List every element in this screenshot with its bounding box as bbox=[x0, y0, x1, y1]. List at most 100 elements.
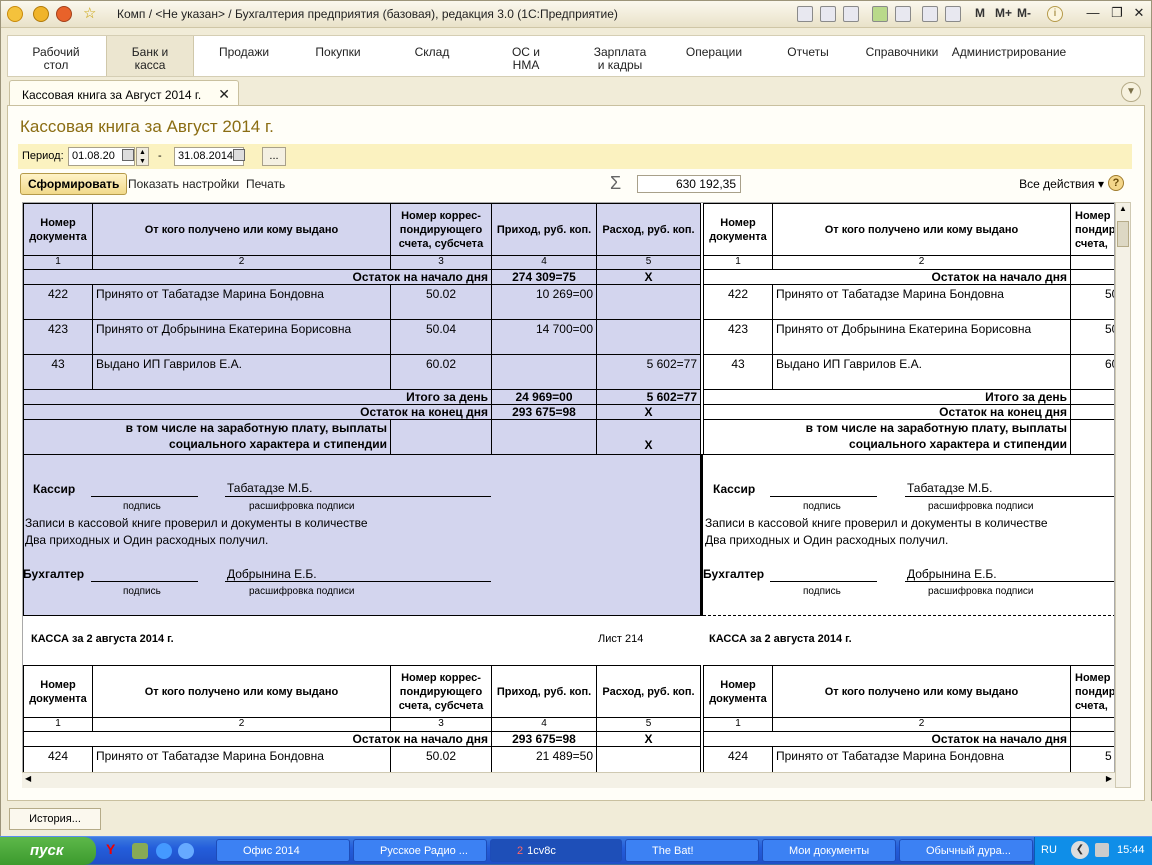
calendar-icon[interactable] bbox=[233, 149, 245, 161]
language-indicator[interactable]: RU bbox=[1041, 844, 1057, 856]
taskbar-item-fool[interactable]: Обычный дура... bbox=[899, 839, 1033, 862]
kassa-title: КАССА за 2 августа 2014 г. bbox=[31, 633, 174, 645]
section-operations[interactable]: Операции bbox=[668, 36, 760, 76]
cashier-name: Табатадзе М.Б. bbox=[227, 481, 313, 495]
calendar-icon[interactable] bbox=[945, 6, 961, 22]
salary-corr bbox=[390, 419, 492, 455]
sign-caption: подпись bbox=[123, 501, 161, 512]
yandex-icon[interactable]: Y bbox=[106, 841, 122, 857]
opening-balance-truncated bbox=[1070, 269, 1114, 285]
spreadsheet-report[interactable]: Номер документа От кого получено или ком… bbox=[22, 202, 1115, 788]
quicklaunch-icon[interactable] bbox=[132, 843, 148, 859]
cashier-sign-line bbox=[91, 496, 198, 497]
save-icon[interactable] bbox=[797, 6, 813, 22]
table-row-income bbox=[491, 354, 597, 390]
taskbar-item-documents[interactable]: Мои документы bbox=[762, 839, 896, 862]
memory-plus-button[interactable]: M+ bbox=[995, 6, 1012, 20]
info-icon[interactable]: i bbox=[1047, 6, 1063, 22]
section-sales[interactable]: Продажи bbox=[198, 36, 290, 76]
print-icon[interactable] bbox=[820, 6, 836, 22]
show-settings-button[interactable]: Показать настройки bbox=[128, 177, 239, 191]
history-button[interactable]: История... bbox=[9, 808, 101, 830]
browser-icon[interactable] bbox=[178, 843, 194, 859]
section-purchases[interactable]: Покупки bbox=[292, 36, 384, 76]
scroll-right-icon[interactable]: ▶ bbox=[1106, 774, 1112, 783]
col-num-2: 2 bbox=[772, 255, 1071, 270]
calculator-icon[interactable] bbox=[922, 6, 938, 22]
header-corr-account-truncated: Номер пондиру счета, bbox=[1070, 665, 1114, 718]
section-bank-cash[interactable]: Банк и касса bbox=[106, 36, 194, 76]
memory-minus-button[interactable]: M- bbox=[1017, 6, 1031, 20]
speaker-icon[interactable] bbox=[1095, 843, 1109, 857]
section-administration[interactable]: Администрирование bbox=[950, 36, 1068, 76]
generate-button[interactable]: Сформировать bbox=[20, 173, 128, 195]
preview-icon[interactable] bbox=[843, 6, 859, 22]
table-row-text: Выдано ИП Гаврилов Е.А. bbox=[92, 354, 391, 390]
close-window-button[interactable]: ✕ bbox=[1129, 5, 1149, 22]
accountant-name: Добрынина Е.Б. bbox=[227, 567, 317, 581]
scroll-up-icon[interactable]: ▲ bbox=[1117, 204, 1129, 218]
vertical-scrollbar[interactable]: ▲ bbox=[1115, 202, 1131, 788]
taskbar: пуск Y Офис 2014 Русское Радио ... 2 1cv8… bbox=[0, 836, 1152, 865]
cashier-label: Кассир bbox=[33, 482, 76, 496]
col-num-3-truncated bbox=[1070, 255, 1114, 270]
cashier-name: Табатадзе М.Б. bbox=[907, 481, 993, 495]
calendar-icon[interactable] bbox=[122, 149, 134, 161]
col-num-1: 1 bbox=[703, 717, 773, 732]
all-actions-menu[interactable]: Все действия ▾ bbox=[1019, 177, 1104, 191]
table-row-num: 423 bbox=[703, 319, 773, 355]
section-warehouse[interactable]: Склад bbox=[386, 36, 478, 76]
opening-balance-x: X bbox=[596, 731, 701, 747]
header-corr-account: Номер коррес-пондирующего счета, субсчет… bbox=[390, 203, 492, 256]
sign-caption: подпись bbox=[123, 586, 161, 597]
section-references[interactable]: Справочники bbox=[856, 36, 948, 76]
col-num-5: 5 bbox=[596, 255, 701, 270]
tab-cashbook[interactable]: Кассовая книга за Август 2014 г. ✕ bbox=[9, 80, 239, 107]
start-button[interactable]: пуск bbox=[0, 837, 96, 865]
tabs-dropdown-icon[interactable]: ▼ bbox=[1121, 82, 1141, 102]
menu-icon[interactable] bbox=[33, 6, 49, 22]
table-row-income: 10 269=00 bbox=[491, 284, 597, 320]
scroll-thumb[interactable] bbox=[1117, 221, 1129, 247]
table-row-num: 43 bbox=[703, 354, 773, 390]
ie-icon[interactable] bbox=[156, 843, 172, 859]
date-from-spinner[interactable]: ▲ ▼ bbox=[136, 147, 149, 166]
opening-balance-truncated bbox=[1070, 731, 1114, 747]
section-salary[interactable]: Зарплата и кадры bbox=[574, 36, 666, 76]
period-select-button[interactable]: ... bbox=[262, 147, 286, 166]
section-fixed-assets[interactable]: ОС и НМА bbox=[480, 36, 572, 76]
recent-icon[interactable] bbox=[56, 6, 72, 22]
close-tab-icon[interactable]: ✕ bbox=[218, 86, 230, 103]
restore-button[interactable]: ❐ bbox=[1107, 5, 1127, 22]
table-row-num: 43 bbox=[23, 354, 93, 390]
col-num-4: 4 bbox=[491, 717, 597, 732]
check-text-1: Записи в кассовой книге проверил и докум… bbox=[705, 516, 1048, 530]
accountant-name: Добрынина Е.Б. bbox=[907, 567, 997, 581]
tray-expand-icon[interactable]: ❮ bbox=[1071, 841, 1089, 859]
sign-caption: подпись bbox=[803, 501, 841, 512]
table-row-text: Принято от Добрынина Екатерина Борисовна bbox=[772, 319, 1071, 355]
salary-label: в том числе на заработную плату, выплаты… bbox=[23, 419, 391, 455]
header-from-whom: От кого получено или кому выдано bbox=[92, 665, 391, 718]
taskbar-item-office[interactable]: Офис 2014 bbox=[216, 839, 350, 862]
open-icon[interactable] bbox=[895, 6, 911, 22]
sum-field[interactable]: 630 192,35 bbox=[637, 175, 741, 193]
section-desktop[interactable]: Рабочий стол bbox=[8, 36, 104, 76]
section-reports[interactable]: Отчеты bbox=[762, 36, 854, 76]
favorite-star-icon[interactable]: ☆ bbox=[83, 4, 99, 22]
taskbar-item-1c[interactable]: 2 1cv8c bbox=[490, 839, 622, 862]
taskbar-item-radio[interactable]: Русское Радио ... bbox=[353, 839, 487, 862]
sheet-number: Лист 214 bbox=[598, 633, 644, 645]
taskbar-item-thebat[interactable]: The Bat! bbox=[625, 839, 759, 862]
status-panel: История... bbox=[1, 801, 1152, 837]
minimize-button[interactable]: — bbox=[1083, 5, 1103, 22]
help-icon[interactable]: ? bbox=[1108, 175, 1124, 191]
print-button[interactable]: Печать bbox=[246, 177, 285, 191]
horizontal-scrollbar[interactable]: ◀ ▶ bbox=[22, 772, 1115, 788]
accountant-sign-line bbox=[770, 581, 877, 582]
app-window: ☆ Комп / <Не указан> / Бухгалтерия предп… bbox=[0, 0, 1152, 837]
bookmark-icon[interactable] bbox=[872, 6, 888, 22]
app-logo-icon[interactable] bbox=[7, 6, 23, 22]
scroll-left-icon[interactable]: ◀ bbox=[25, 774, 31, 783]
memory-m-button[interactable]: M bbox=[975, 6, 985, 20]
